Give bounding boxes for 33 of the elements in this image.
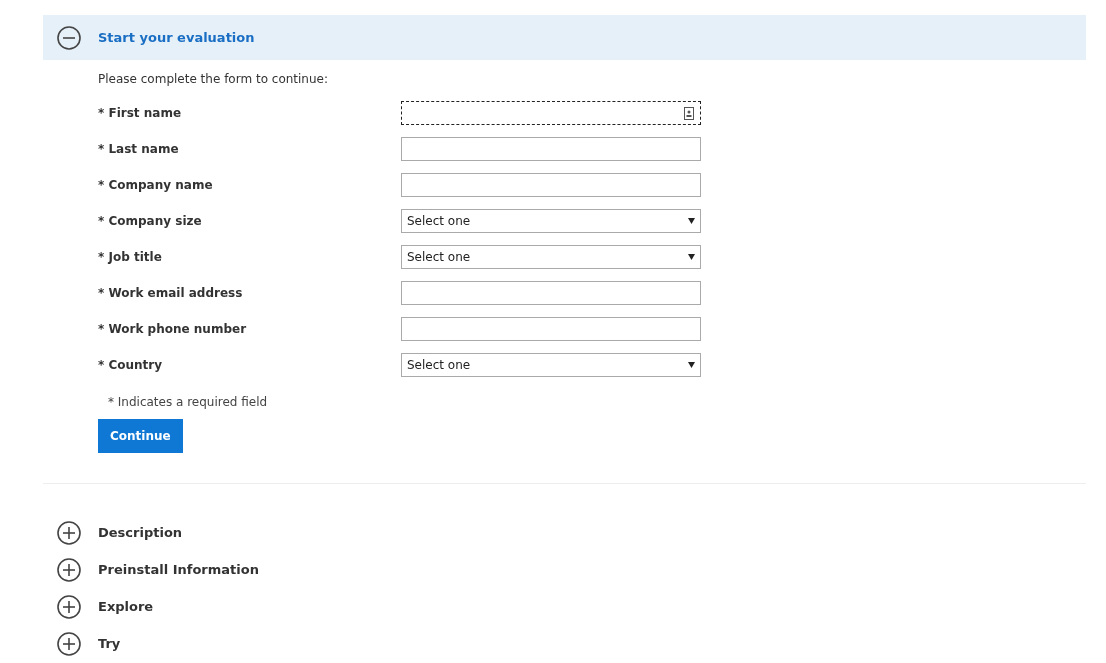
field-label: * Work phone number [98, 322, 248, 336]
section-title[interactable]: Description [98, 525, 183, 540]
field-label: * Company name [98, 178, 214, 192]
input-field[interactable] [401, 281, 701, 305]
field-label: * Company size [98, 214, 203, 228]
expand-icon[interactable] [57, 594, 81, 619]
dropdown[interactable]: Select one [401, 353, 701, 377]
dropdown[interactable]: Select one [401, 245, 701, 269]
expand-icon[interactable] [57, 557, 81, 582]
caret-icon [688, 254, 695, 260]
input-field[interactable] [401, 317, 701, 341]
dropdown[interactable]: Select one [401, 209, 701, 233]
field-label: * Country [98, 358, 164, 372]
collapse-icon[interactable] [57, 25, 81, 50]
expand-icon[interactable] [57, 631, 81, 656]
section-title[interactable]: Start your evaluation [98, 30, 255, 45]
continue-button[interactable]: Continue [98, 419, 183, 453]
caret-icon [688, 362, 695, 368]
form-intro: Please complete the form to continue: [98, 72, 329, 86]
field-label: * Last name [98, 142, 180, 156]
contact-card-icon[interactable] [684, 106, 694, 120]
field-label: * First name [98, 106, 183, 120]
section-title[interactable]: Preinstall Information [98, 562, 259, 577]
input-field[interactable] [401, 173, 701, 197]
input-field[interactable] [401, 101, 701, 125]
required-note: * Indicates a required field [108, 395, 269, 409]
input-field[interactable] [401, 137, 701, 161]
caret-icon [688, 218, 695, 224]
expand-icon[interactable] [57, 520, 81, 545]
section-title[interactable]: Try [98, 636, 121, 651]
field-label: * Work email address [98, 286, 244, 300]
section-title[interactable]: Explore [98, 599, 154, 614]
field-label: * Job title [98, 250, 163, 264]
